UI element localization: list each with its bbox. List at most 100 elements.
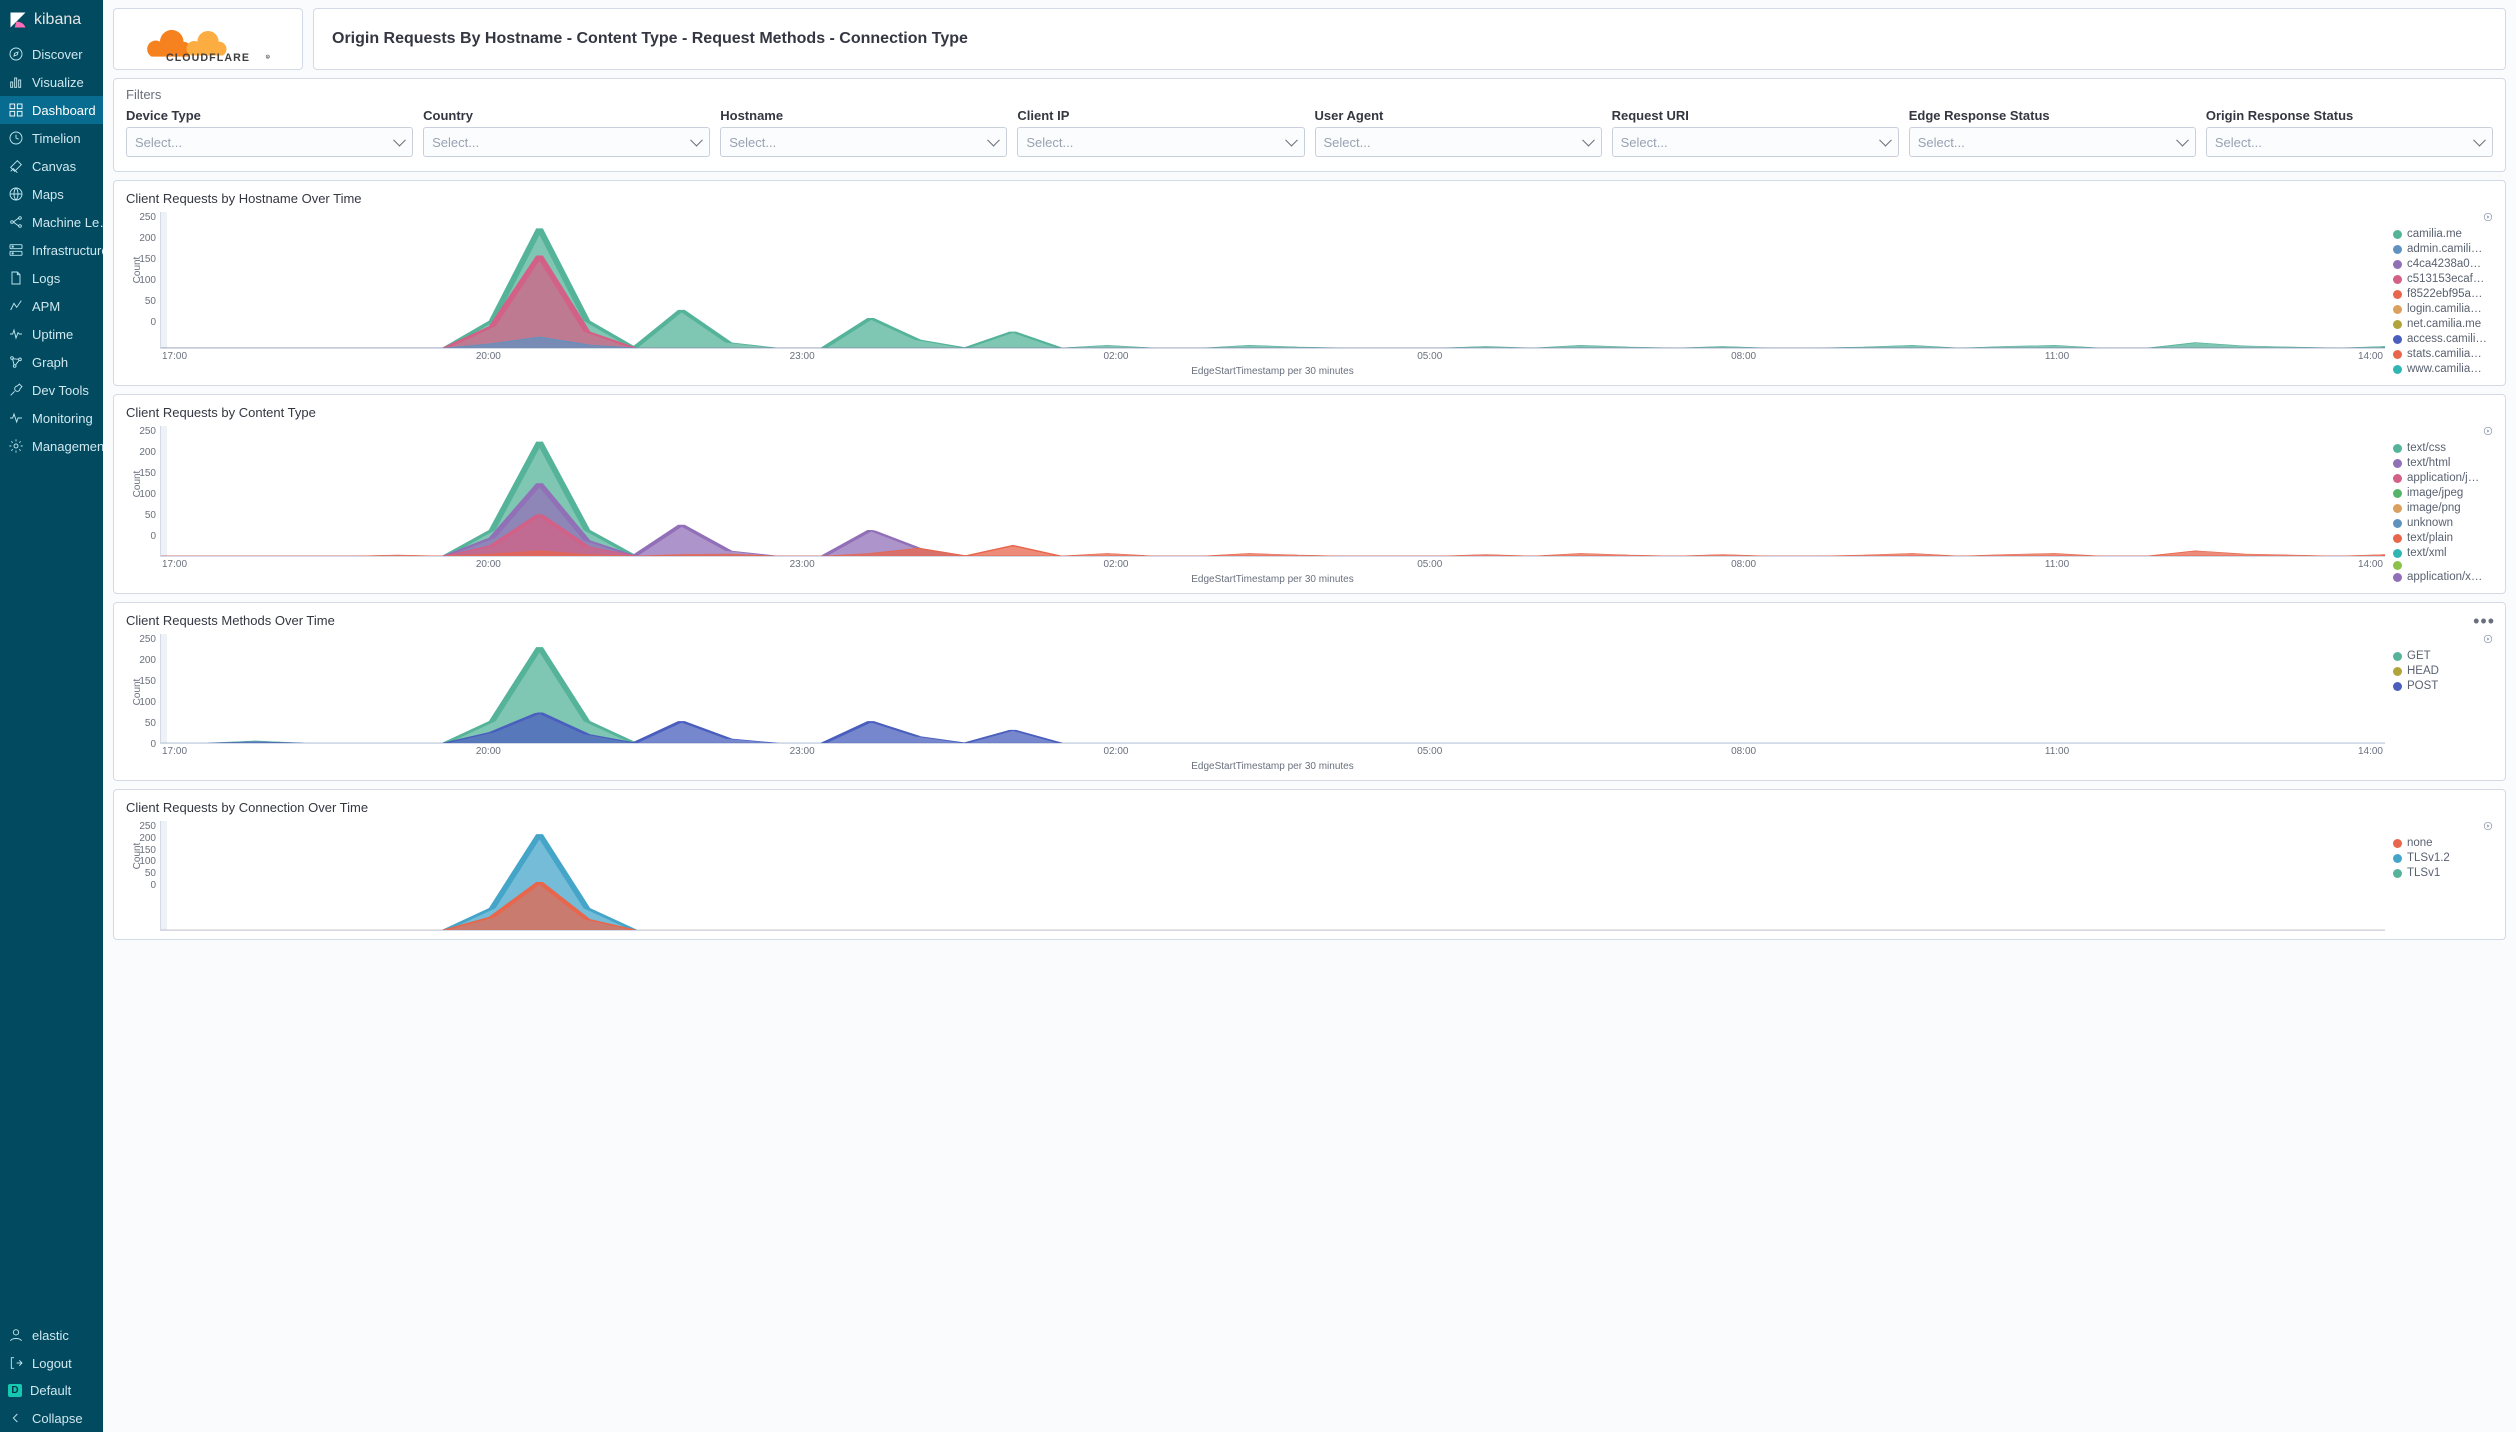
- legend-item[interactable]: net.camilia.me: [2393, 317, 2493, 332]
- kibana-logo-text: kibana: [34, 11, 81, 29]
- sidebar-footer-default[interactable]: DDefault: [0, 1377, 103, 1404]
- sidebar-item-management[interactable]: Management: [0, 432, 103, 460]
- legend-content: text/csstext/htmlapplication/j…image/jpe…: [2393, 426, 2493, 585]
- sidebar-item-infrastructure[interactable]: Infrastructure: [0, 236, 103, 264]
- sidebar-item-label: Monitoring: [32, 411, 93, 426]
- sidebar-item-label: Management: [32, 439, 103, 454]
- kibana-logo[interactable]: kibana: [0, 0, 103, 40]
- sidebar-footer-collapse[interactable]: Collapse: [0, 1404, 103, 1432]
- pulse-icon: [8, 410, 24, 426]
- sidebar-item-graph[interactable]: Graph: [0, 348, 103, 376]
- legend-item[interactable]: f8522ebf95a…: [2393, 287, 2493, 302]
- legend-item[interactable]: text/plain: [2393, 531, 2493, 546]
- legend-item[interactable]: [2393, 561, 2493, 570]
- sidebar-item-visualize[interactable]: Visualize: [0, 68, 103, 96]
- sidebar-item-canvas[interactable]: Canvas: [0, 152, 103, 180]
- filter-select-user-agent[interactable]: Select...: [1315, 127, 1602, 157]
- legend-label: image/png: [2407, 501, 2461, 516]
- filters-title: Filters: [126, 87, 2493, 102]
- legend-item[interactable]: text/html: [2393, 456, 2493, 471]
- sidebar-item-dashboard[interactable]: Dashboard: [0, 96, 103, 124]
- compass-icon: [8, 46, 24, 62]
- legend-item[interactable]: image/jpeg: [2393, 486, 2493, 501]
- legend-item[interactable]: text/css: [2393, 441, 2493, 456]
- legend-label: image/jpeg: [2407, 486, 2463, 501]
- legend-label: net.camilia.me: [2407, 317, 2481, 332]
- legend-label: admin.camili…: [2407, 242, 2482, 257]
- legend-label: c4ca4238a0…: [2407, 257, 2481, 272]
- filter-select-request-uri[interactable]: Select...: [1612, 127, 1899, 157]
- legend-item[interactable]: TLSv1: [2393, 866, 2493, 881]
- panel-hostname: Client Requests by Hostname Over TimeCou…: [113, 180, 2506, 386]
- legend-item[interactable]: c4ca4238a0…: [2393, 257, 2493, 272]
- sidebar-item-dev-tools[interactable]: Dev Tools: [0, 376, 103, 404]
- legend-item[interactable]: POST: [2393, 679, 2493, 694]
- filter-select-origin-response-status[interactable]: Select...: [2206, 127, 2493, 157]
- sidebar-item-uptime[interactable]: Uptime: [0, 320, 103, 348]
- filter-label-device-type: Device Type: [126, 108, 413, 123]
- sidebar-item-apm[interactable]: APM: [0, 292, 103, 320]
- panel-content: Client Requests by Content TypeCount2502…: [113, 394, 2506, 594]
- server-icon: [8, 242, 24, 258]
- filter-select-client-ip[interactable]: Select...: [1017, 127, 1304, 157]
- legend-toggle-icon[interactable]: [2393, 634, 2493, 647]
- x-ticks: 17:0020:0023:0002:0005:0008:0011:0014:00: [160, 746, 2385, 757]
- sidebar-item-label: APM: [32, 299, 60, 314]
- legend-item[interactable]: c513153ecaf…: [2393, 272, 2493, 287]
- legend-item[interactable]: www.camilia…: [2393, 362, 2493, 377]
- sidebar-item-logs[interactable]: Logs: [0, 264, 103, 292]
- main-content: CLOUDFLARE R Origin Requests By Hostname…: [103, 0, 2516, 1432]
- legend-item[interactable]: text/xml: [2393, 546, 2493, 561]
- svg-text:R: R: [267, 55, 269, 59]
- sidebar-item-discover[interactable]: Discover: [0, 40, 103, 68]
- filter-select-country[interactable]: Select...: [423, 127, 710, 157]
- filter-select-edge-response-status[interactable]: Select...: [1909, 127, 2196, 157]
- legend-item[interactable]: stats.camilia…: [2393, 347, 2493, 362]
- legend-item[interactable]: HEAD: [2393, 664, 2493, 679]
- legend-label: camilia.me: [2407, 227, 2462, 242]
- legend-item[interactable]: none: [2393, 836, 2493, 851]
- grid-icon: [8, 102, 24, 118]
- legend-toggle-icon[interactable]: [2393, 212, 2493, 225]
- legend-label: text/plain: [2407, 531, 2453, 546]
- legend-hostname: camilia.meadmin.camili…c4ca4238a0…c51315…: [2393, 212, 2493, 377]
- y-axis: Count250200150100500: [126, 821, 160, 891]
- sidebar-item-machine-le-[interactable]: Machine Le…: [0, 208, 103, 236]
- filter-label-origin-response-status: Origin Response Status: [2206, 108, 2493, 123]
- legend-item[interactable]: GET: [2393, 649, 2493, 664]
- sidebar-item-timelion[interactable]: Timelion: [0, 124, 103, 152]
- chart-plot-methods[interactable]: [160, 634, 2385, 744]
- legend-item[interactable]: unknown: [2393, 516, 2493, 531]
- legend-item[interactable]: application/j…: [2393, 471, 2493, 486]
- y-axis-label: Count: [132, 471, 143, 498]
- legend-label: stats.camilia…: [2407, 347, 2482, 362]
- filter-select-hostname[interactable]: Select...: [720, 127, 1007, 157]
- sidebar-footer-elastic[interactable]: elastic: [0, 1321, 103, 1349]
- legend-item[interactable]: application/x…: [2393, 570, 2493, 585]
- chart-plot-content[interactable]: [160, 426, 2385, 557]
- legend-toggle-icon[interactable]: [2393, 426, 2493, 439]
- chart-plot-hostname[interactable]: [160, 212, 2385, 349]
- wrench-icon: [8, 382, 24, 398]
- legend-item[interactable]: image/png: [2393, 501, 2493, 516]
- sidebar-item-label: Discover: [32, 47, 83, 62]
- x-axis-label: EdgeStartTimestamp per 30 minutes: [160, 761, 2385, 772]
- filter-select-device-type[interactable]: Select...: [126, 127, 413, 157]
- ml-icon: [8, 214, 24, 230]
- panel-menu-icon[interactable]: •••: [2473, 611, 2495, 632]
- sidebar-item-label: Dev Tools: [32, 383, 89, 398]
- sidebar-item-monitoring[interactable]: Monitoring: [0, 404, 103, 432]
- legend-item[interactable]: access.camili…: [2393, 332, 2493, 347]
- legend-label: text/css: [2407, 441, 2446, 456]
- legend-item[interactable]: login.camilia…: [2393, 302, 2493, 317]
- legend-item[interactable]: TLSv1.2: [2393, 851, 2493, 866]
- sidebar-footer-logout[interactable]: Logout: [0, 1349, 103, 1377]
- legend-item[interactable]: camilia.me: [2393, 227, 2493, 242]
- x-axis-label: EdgeStartTimestamp per 30 minutes: [160, 366, 2385, 377]
- legend-toggle-icon[interactable]: [2393, 821, 2493, 834]
- apm-icon: [8, 298, 24, 314]
- panel-methods: Client Requests Methods Over Time•••Coun…: [113, 602, 2506, 781]
- chart-plot-connection[interactable]: [160, 821, 2385, 931]
- sidebar-item-maps[interactable]: Maps: [0, 180, 103, 208]
- legend-item[interactable]: admin.camili…: [2393, 242, 2493, 257]
